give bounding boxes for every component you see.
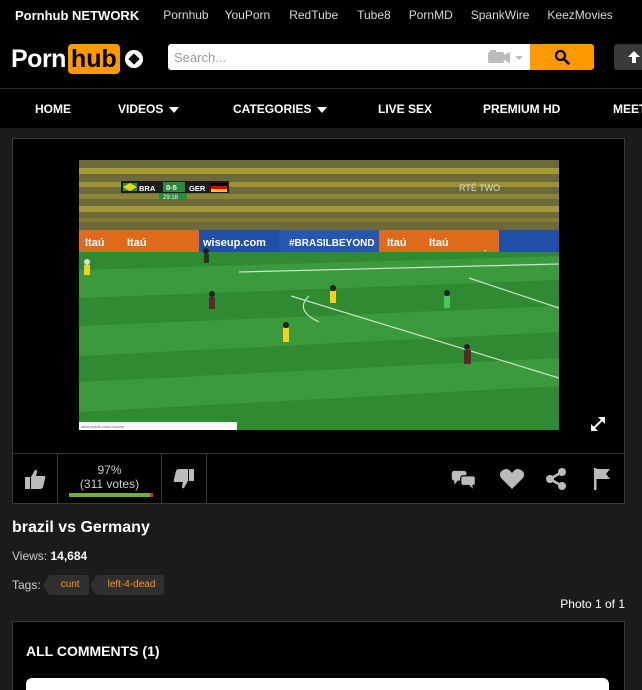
nav-premium-hd[interactable]: PREMIUM HD	[483, 89, 560, 129]
rating-percent: 97%	[97, 463, 122, 477]
network-brand[interactable]: Pornhub NETWORK	[15, 8, 139, 23]
like-button[interactable]	[13, 454, 58, 503]
tags-row: Tags: cunt left-4-dead	[12, 574, 171, 596]
logo-text-hub: hub	[67, 44, 120, 74]
photo-viewer: Itaú Itaú wiseup.com #BRASILBEYOND Itaú …	[12, 138, 625, 454]
board-ad-itau-4: Itaú	[429, 237, 449, 249]
nav-home[interactable]: HOME	[35, 89, 71, 129]
network-link-keezmovies[interactable]: KeezMovies	[547, 8, 612, 22]
comments-icon	[451, 470, 476, 489]
nav-live-sex[interactable]: LIVE SEX	[378, 89, 432, 129]
photo-watermark: www.reddit.com/r/soccer	[81, 424, 125, 429]
tag-item[interactable]: cunt	[42, 575, 89, 595]
comment-input[interactable]	[26, 678, 609, 690]
photo-counter: Photo 1 of 1	[560, 597, 625, 611]
score-team1: BRA	[139, 184, 156, 193]
nav-videos[interactable]: VIDEOS	[118, 89, 180, 129]
report-button[interactable]	[589, 466, 615, 492]
thumbs-up-icon	[25, 469, 46, 489]
main-nav: HOME VIDEOS CATEGORIES LIVE SEX PREMIUM …	[0, 88, 642, 128]
flag-icon	[594, 468, 610, 490]
tag-item[interactable]: left-4-dead	[89, 575, 165, 595]
views-label: Views:	[12, 549, 48, 563]
action-bar: 97% (311 votes)	[12, 453, 625, 504]
upload-button[interactable]	[614, 44, 642, 70]
network-link-youporn[interactable]: YouPorn	[225, 8, 271, 22]
nav-categories[interactable]: CATEGORIES	[233, 89, 328, 129]
logo-text-porn: Porn	[11, 44, 66, 73]
fullscreen-icon[interactable]	[588, 414, 608, 434]
score-value: 0-5	[166, 183, 177, 192]
views-value: 14,684	[50, 549, 88, 563]
network-link-redtube[interactable]: RedTube	[289, 8, 338, 22]
board-ad-brasilbeyond: #BRASILBEYOND	[289, 238, 375, 249]
rating-bar	[69, 493, 153, 497]
nav-meet[interactable]: MEET	[613, 89, 642, 129]
network-link-tube8[interactable]: Tube8	[357, 8, 391, 22]
photo-image[interactable]: Itaú Itaú wiseup.com #BRASILBEYOND Itaú …	[79, 160, 559, 430]
network-link-spankwire[interactable]: SpankWire	[471, 8, 530, 22]
rating-bar-fill	[69, 493, 151, 497]
rating-box: 97% (311 votes)	[58, 454, 162, 503]
rating-votes: (311 votes)	[79, 477, 140, 491]
dislike-button[interactable]	[162, 454, 207, 503]
search-input[interactable]	[168, 44, 468, 70]
tags-label: Tags:	[12, 578, 41, 592]
search-icon	[554, 49, 570, 65]
heart-icon	[499, 469, 525, 489]
nav-videos-label: VIDEOS	[118, 102, 164, 116]
chevron-down-icon	[317, 106, 328, 113]
nav-categories-label: CATEGORIES	[233, 102, 312, 116]
search-button[interactable]	[530, 44, 594, 70]
upload-arrow-icon	[628, 51, 640, 63]
board-ad-itau-3: Itaú	[387, 237, 407, 249]
thumbs-down-icon	[173, 468, 194, 488]
soccer-ball-icon	[122, 48, 145, 70]
comment-button[interactable]	[451, 466, 477, 492]
network-bar: Pornhub NETWORK Pornhub YouPorn RedTube …	[0, 0, 642, 30]
channel-mark: RTÉ TWO	[459, 183, 500, 193]
network-link-pornmd[interactable]: PornMD	[409, 8, 453, 22]
share-icon	[546, 468, 566, 490]
share-button[interactable]	[543, 466, 569, 492]
score-team2: GER	[189, 184, 206, 193]
board-ad-itau-2: Itaú	[127, 237, 147, 249]
favorite-button[interactable]	[499, 466, 525, 492]
page-title: brazil vs Germany	[12, 519, 150, 536]
board-ad-wiseup-1: wiseup.com	[202, 237, 266, 249]
site-logo[interactable]: Porn hub	[11, 44, 145, 74]
comments-section: ALL COMMENTS (1)	[12, 621, 625, 690]
network-link-pornhub[interactable]: Pornhub	[163, 8, 208, 22]
chevron-down-icon	[169, 106, 180, 113]
score-time: 29:18	[163, 195, 179, 201]
board-ad-itau-1: Itaú	[85, 237, 105, 249]
site-header: Porn hub	[0, 30, 642, 88]
views-count: Views: 14,684	[12, 549, 87, 563]
search-box	[168, 44, 530, 70]
video-camera-icon[interactable]	[488, 50, 524, 64]
comments-header: ALL COMMENTS (1)	[26, 643, 160, 659]
